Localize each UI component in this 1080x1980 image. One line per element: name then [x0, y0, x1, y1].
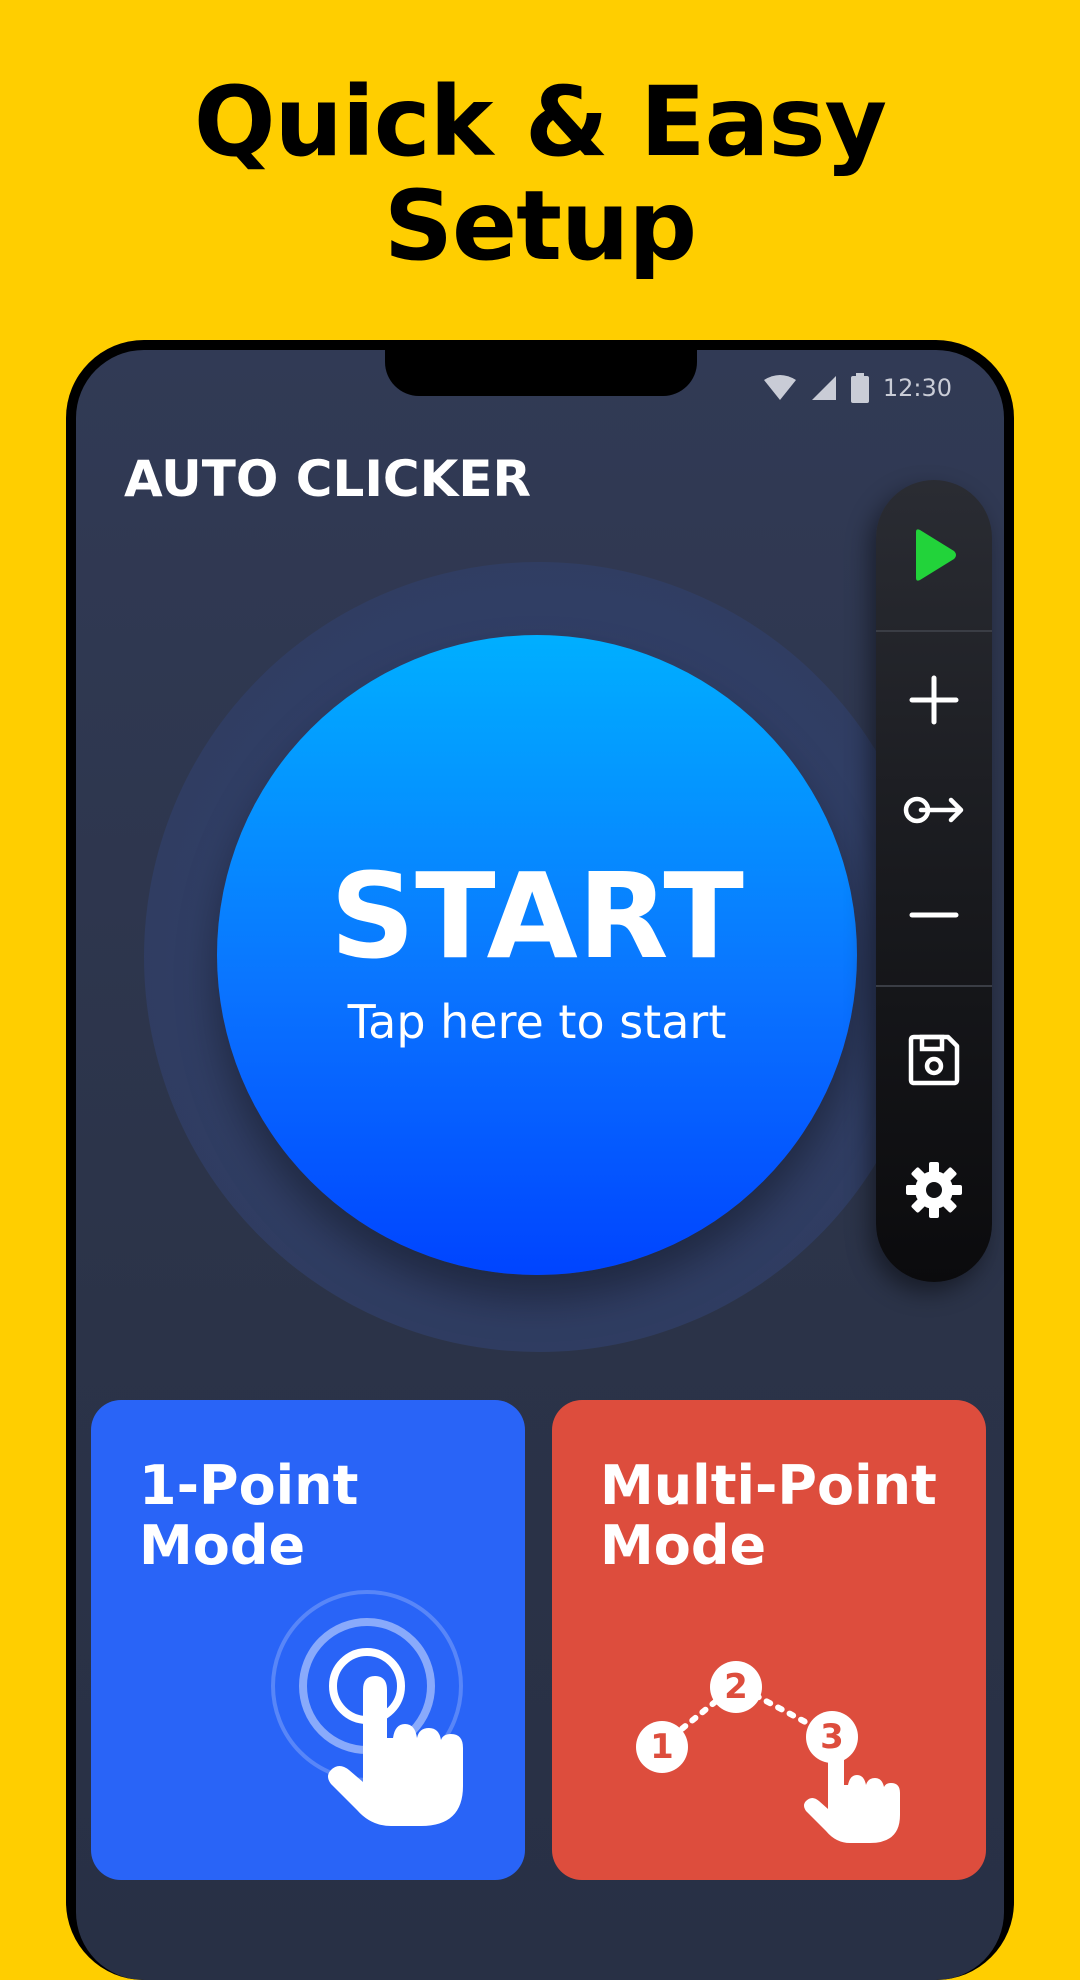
start-button[interactable]: START Tap here to start — [217, 635, 857, 1275]
add-swipe-button[interactable] — [876, 760, 992, 860]
multi-point-mode-title: Multi-Point Mode — [600, 1456, 937, 1576]
status-bar: 12:30 — [763, 368, 952, 408]
start-button-sublabel: Tap here to start — [347, 995, 727, 1049]
phone-notch — [385, 350, 697, 396]
headline-line-1: Quick & Easy — [193, 66, 887, 178]
multi-point-mode-card[interactable]: Multi-Point Mode 1 2 3 — [552, 1400, 986, 1880]
add-point-button[interactable] — [876, 650, 992, 750]
floating-toolbar — [876, 480, 992, 1282]
play-button[interactable] — [876, 500, 992, 610]
one-point-mode-card[interactable]: 1-Point Mode — [91, 1400, 525, 1880]
battery-icon — [850, 373, 869, 403]
signal-icon — [811, 376, 836, 400]
minus-icon — [909, 912, 959, 918]
toolbar-divider — [876, 630, 992, 632]
one-point-mode-title: 1-Point Mode — [139, 1456, 358, 1576]
multi-point-mode-title-line-1: Multi-Point — [600, 1454, 937, 1517]
gear-icon — [906, 1162, 962, 1218]
wifi-icon — [763, 375, 796, 400]
remove-point-button[interactable] — [876, 865, 992, 965]
promo-headline: Quick & Easy Setup — [0, 70, 1080, 278]
save-button[interactable] — [876, 1005, 992, 1115]
multi-point-step-3: 3 — [820, 1717, 844, 1757]
status-time: 12:30 — [882, 374, 952, 402]
tap-gesture-icon — [271, 1590, 463, 1826]
play-icon — [916, 529, 956, 581]
multi-point-step-1: 1 — [650, 1727, 674, 1767]
save-icon — [908, 1034, 960, 1086]
one-point-mode-title-line-2: Mode — [139, 1514, 306, 1577]
settings-button[interactable] — [876, 1135, 992, 1245]
one-point-mode-title-line-1: 1-Point — [139, 1454, 359, 1517]
toolbar-divider — [876, 985, 992, 987]
swipe-icon — [903, 796, 964, 824]
phone-frame: 12:30 AUTO CLICKER START Tap here to sta… — [66, 340, 1014, 1980]
phone-screen: 12:30 AUTO CLICKER START Tap here to sta… — [76, 350, 1004, 1980]
multi-point-step-2: 2 — [724, 1667, 748, 1707]
plus-icon — [909, 675, 959, 725]
headline-line-2: Setup — [383, 170, 697, 282]
app-title: AUTO CLICKER — [124, 450, 532, 508]
multi-point-mode-title-line-2: Mode — [600, 1514, 767, 1577]
start-button-label: START — [330, 847, 744, 985]
